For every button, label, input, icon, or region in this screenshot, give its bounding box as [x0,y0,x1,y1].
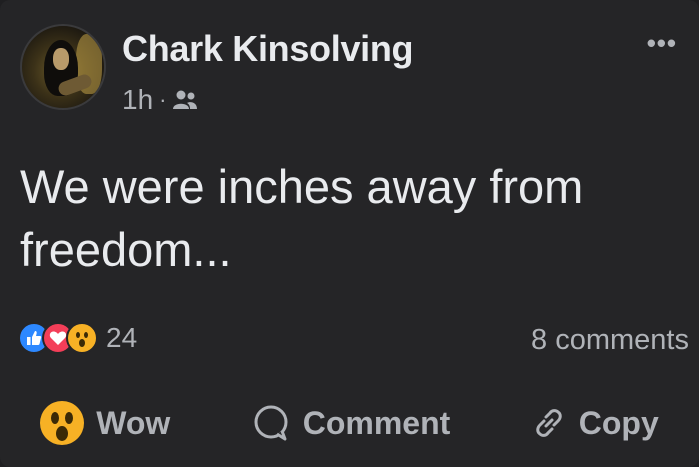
copy-button[interactable]: Copy [531,405,659,442]
author-name[interactable]: Chark Kinsolving [122,28,414,70]
comments-count[interactable]: 8 comments [531,324,689,357]
link-icon [531,405,567,441]
comment-label: Comment [302,404,451,441]
reactions-summary[interactable]: 24 [18,322,137,354]
reaction-count: 24 [106,322,138,353]
post-meta: 1h · [122,84,198,116]
wow-icon [66,322,98,354]
post-text-line-1: We were inches away from [20,160,584,213]
post-card: Chark Kinsolving 1h · ••• We were inches… [0,0,699,467]
wow-reaction-icon [40,401,85,445]
comment-button[interactable]: Comment [251,403,451,443]
post-text-line-2: freedom... [20,223,232,276]
copy-label: Copy [578,404,659,441]
meta-separator: · [159,87,167,112]
wow-button[interactable]: Wow [40,401,170,445]
action-bar: Wow Comment Copy [0,390,699,456]
avatar-face [53,48,69,70]
avatar[interactable] [20,24,106,110]
post-text: We were inches away from freedom... [20,155,680,281]
comment-icon [251,403,291,443]
wow-label: Wow [96,404,171,441]
friends-icon [172,89,198,111]
post-time[interactable]: 1h [122,84,153,116]
ellipsis-icon[interactable]: ••• [647,28,677,59]
